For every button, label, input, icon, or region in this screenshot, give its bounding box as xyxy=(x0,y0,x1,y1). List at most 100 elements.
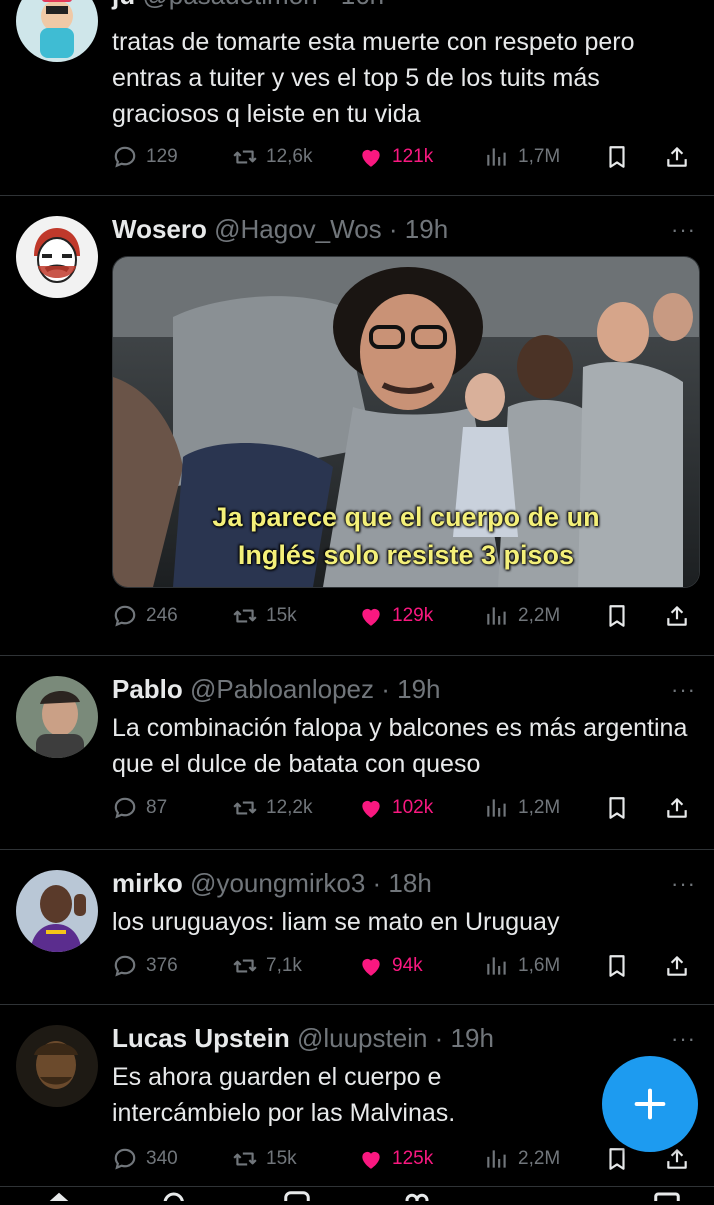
display-name[interactable]: Lucas Upstein xyxy=(112,1023,290,1053)
timestamp[interactable]: · 19h xyxy=(435,1023,494,1053)
repost-count: 12,2k xyxy=(266,797,313,818)
tweet[interactable]: Pablo @Pabloanlopez · 19h ··· La combina… xyxy=(0,656,714,850)
more-icon[interactable]: ··· xyxy=(671,1028,696,1050)
like-button[interactable]: 94k xyxy=(358,948,423,984)
tweet-text: los uruguayos: liam se mato en Uruguay xyxy=(112,908,560,936)
views-icon xyxy=(487,957,506,975)
reply-icon xyxy=(114,1148,136,1170)
reply-button[interactable]: 129 xyxy=(112,139,178,175)
share-button[interactable] xyxy=(664,598,698,634)
handle[interactable]: @youngmirko3 xyxy=(190,868,365,898)
share-button[interactable] xyxy=(664,948,698,984)
bookmark-icon xyxy=(609,1148,625,1170)
like-count: 121k xyxy=(392,146,434,167)
share-button[interactable] xyxy=(664,139,698,175)
more-icon[interactable]: ··· xyxy=(671,873,696,895)
views-button[interactable]: 1,2M xyxy=(484,790,560,826)
reply-button[interactable]: 376 xyxy=(112,948,178,984)
avatar[interactable] xyxy=(16,0,98,62)
views-icon xyxy=(487,148,506,166)
display-name[interactable]: ju xyxy=(112,0,135,10)
reply-count: 129 xyxy=(146,146,178,167)
avatar[interactable] xyxy=(16,676,98,758)
avatar[interactable] xyxy=(16,1025,98,1107)
repost-icon xyxy=(233,1152,257,1166)
reply-button[interactable]: 87 xyxy=(112,790,167,826)
views-button[interactable]: 2,2M xyxy=(484,1141,560,1177)
grok-icon[interactable] xyxy=(282,1189,312,1201)
reply-count: 376 xyxy=(146,955,178,976)
image-caption-line2: Inglés solo resiste 3 pisos xyxy=(237,540,575,570)
search-icon[interactable] xyxy=(160,1189,190,1201)
repost-button[interactable]: 12,6k xyxy=(232,139,312,175)
bookmark-button[interactable] xyxy=(604,790,638,826)
bookmark-button[interactable] xyxy=(604,139,638,175)
display-name[interactable]: mirko xyxy=(112,868,183,898)
like-count: 94k xyxy=(392,955,423,976)
bookmark-button[interactable] xyxy=(604,948,638,984)
tweet-text: La combinación falopa y balcones es más … xyxy=(112,714,688,778)
display-name[interactable]: Wosero xyxy=(112,214,207,244)
tweet-actions: 340 15k 125k 2,2M xyxy=(112,1141,696,1177)
avatar[interactable] xyxy=(16,870,98,952)
timestamp[interactable]: · 18h xyxy=(373,868,432,898)
timestamp[interactable]: · 16h xyxy=(325,0,384,10)
like-button[interactable]: 129k xyxy=(358,598,433,634)
reply-count: 340 xyxy=(146,1148,178,1169)
more-icon[interactable]: ··· xyxy=(671,0,696,5)
view-count: 1,6M xyxy=(518,955,561,976)
reply-button[interactable]: 246 xyxy=(112,598,178,634)
handle[interactable]: @luupstein xyxy=(297,1023,427,1053)
messages-icon[interactable] xyxy=(652,1189,682,1201)
repost-icon xyxy=(233,801,257,815)
handle[interactable]: @Pabloanlopez xyxy=(190,674,374,704)
reply-count: 87 xyxy=(146,797,168,818)
display-name[interactable]: Pablo xyxy=(112,674,183,704)
repost-button[interactable]: 15k xyxy=(232,598,297,634)
reply-icon xyxy=(114,955,136,977)
timestamp[interactable]: · 19h xyxy=(381,674,440,704)
timestamp[interactable]: · 19h xyxy=(389,214,448,244)
repost-icon xyxy=(233,150,257,164)
repost-count: 15k xyxy=(266,1148,297,1169)
share-icon xyxy=(667,956,687,976)
tweet-text: tratas de tomarte esta muerte con respet… xyxy=(112,28,635,128)
home-icon[interactable] xyxy=(44,1189,74,1201)
like-button[interactable]: 121k xyxy=(358,139,433,175)
tweet-actions: 87 12,2k 102k 1,2M xyxy=(112,790,696,826)
tweet-image[interactable]: Ja parece que el cuerpo de un Inglés sol… xyxy=(112,256,700,588)
tweet-actions: 376 7,1k 94k 1,6M xyxy=(112,948,696,984)
plus-icon xyxy=(634,1088,666,1120)
repost-button[interactable]: 15k xyxy=(232,1141,297,1177)
share-icon xyxy=(667,1149,687,1169)
tweet[interactable]: ju @pasadetimon · 16h ··· tratas de toma… xyxy=(0,0,714,196)
bookmark-button[interactable] xyxy=(604,598,638,634)
share-button[interactable] xyxy=(664,790,698,826)
like-icon xyxy=(362,800,380,818)
like-button[interactable]: 102k xyxy=(358,790,433,826)
views-button[interactable]: 2,2M xyxy=(484,598,560,634)
reply-count: 246 xyxy=(146,605,178,626)
repost-button[interactable]: 12,2k xyxy=(232,790,312,826)
avatar[interactable] xyxy=(16,216,98,298)
tweet[interactable]: mirko @youngmirko3 · 18h ··· los uruguay… xyxy=(0,850,714,1005)
handle[interactable]: @pasadetimon xyxy=(142,0,317,10)
more-icon[interactable]: ··· xyxy=(671,219,696,241)
communities-icon[interactable] xyxy=(402,1189,432,1201)
compose-button[interactable] xyxy=(602,1056,698,1152)
views-icon xyxy=(487,799,506,817)
like-count: 129k xyxy=(392,605,434,626)
more-icon[interactable]: ··· xyxy=(671,679,696,701)
tweet-header: ju @pasadetimon · 16h xyxy=(112,0,698,12)
views-button[interactable]: 1,6M xyxy=(484,948,560,984)
repost-button[interactable]: 7,1k xyxy=(232,948,302,984)
like-button[interactable]: 125k xyxy=(358,1141,433,1177)
repost-count: 7,1k xyxy=(266,955,302,976)
like-icon xyxy=(362,958,380,976)
tweet[interactable]: Wosero @Hagov_Wos · 19h ··· Ja parece qu… xyxy=(0,196,714,656)
tweet-actions: 246 15k 129k 2,2M xyxy=(112,598,696,634)
reply-button[interactable]: 340 xyxy=(112,1141,178,1177)
repost-icon xyxy=(233,959,257,973)
handle[interactable]: @Hagov_Wos xyxy=(214,214,382,244)
views-button[interactable]: 1,7M xyxy=(484,139,560,175)
